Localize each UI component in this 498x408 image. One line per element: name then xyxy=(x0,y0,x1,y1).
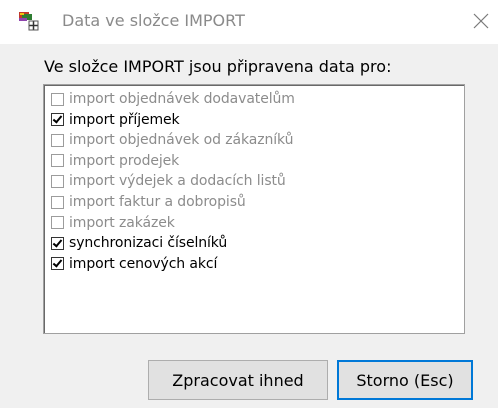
checked-checkbox-icon[interactable] xyxy=(51,236,64,250)
list-item-label: import zakázek xyxy=(69,214,175,231)
window-title: Data ve složce IMPORT xyxy=(62,11,245,30)
cancel-button[interactable]: Storno (Esc) xyxy=(337,360,473,400)
checkbox-icon xyxy=(51,195,64,209)
list-item: import objednávek od zákazníků xyxy=(51,130,293,150)
list-item-label: import příjemek xyxy=(69,111,180,128)
list-item: import výdejek a dodacích listů xyxy=(51,171,286,191)
title-bar: Data ve složce IMPORT xyxy=(0,0,498,44)
checkbox-icon xyxy=(51,92,64,106)
checked-checkbox-icon[interactable] xyxy=(51,257,64,271)
dialog-body: Ve složce IMPORT jsou připravena data pr… xyxy=(0,44,498,408)
checkbox-icon xyxy=(51,154,64,168)
list-item[interactable]: synchronizaci číselníků xyxy=(51,233,227,253)
dialog-window: Data ve složce IMPORT Ve složce IMPORT j… xyxy=(0,0,498,408)
list-item-label: import objednávek dodavatelům xyxy=(69,91,295,107)
app-icon xyxy=(19,12,41,32)
close-icon[interactable] xyxy=(468,8,494,34)
list-item: import faktur a dobropisů xyxy=(51,192,246,212)
process-now-button[interactable]: Zpracovat ihned xyxy=(148,360,328,400)
import-checklist: import objednávek dodavatelům import příj… xyxy=(43,84,465,334)
list-item-label: synchronizaci číselníků xyxy=(69,235,228,252)
list-item-label: import objednávek od zákazníků xyxy=(69,132,294,149)
list-item-label: import cenových akcí xyxy=(69,255,218,272)
list-item: import zakázek xyxy=(51,213,175,233)
list-item: import objednávek dodavatelům xyxy=(51,89,295,109)
list-item: import prodejek xyxy=(51,151,179,171)
list-item[interactable]: import příjemek xyxy=(51,110,180,130)
checkbox-icon xyxy=(51,174,64,188)
checkbox-icon xyxy=(51,133,64,147)
list-item-label: import faktur a dobropisů xyxy=(69,194,246,210)
list-item-label: import výdejek a dodacích listů xyxy=(69,173,286,190)
checked-checkbox-icon[interactable] xyxy=(51,113,64,127)
list-item-label: import prodejek xyxy=(69,152,180,169)
list-heading: Ve složce IMPORT jsou připravena data pr… xyxy=(44,57,392,76)
list-item[interactable]: import cenových akcí xyxy=(51,254,217,274)
checkbox-icon xyxy=(51,216,64,230)
